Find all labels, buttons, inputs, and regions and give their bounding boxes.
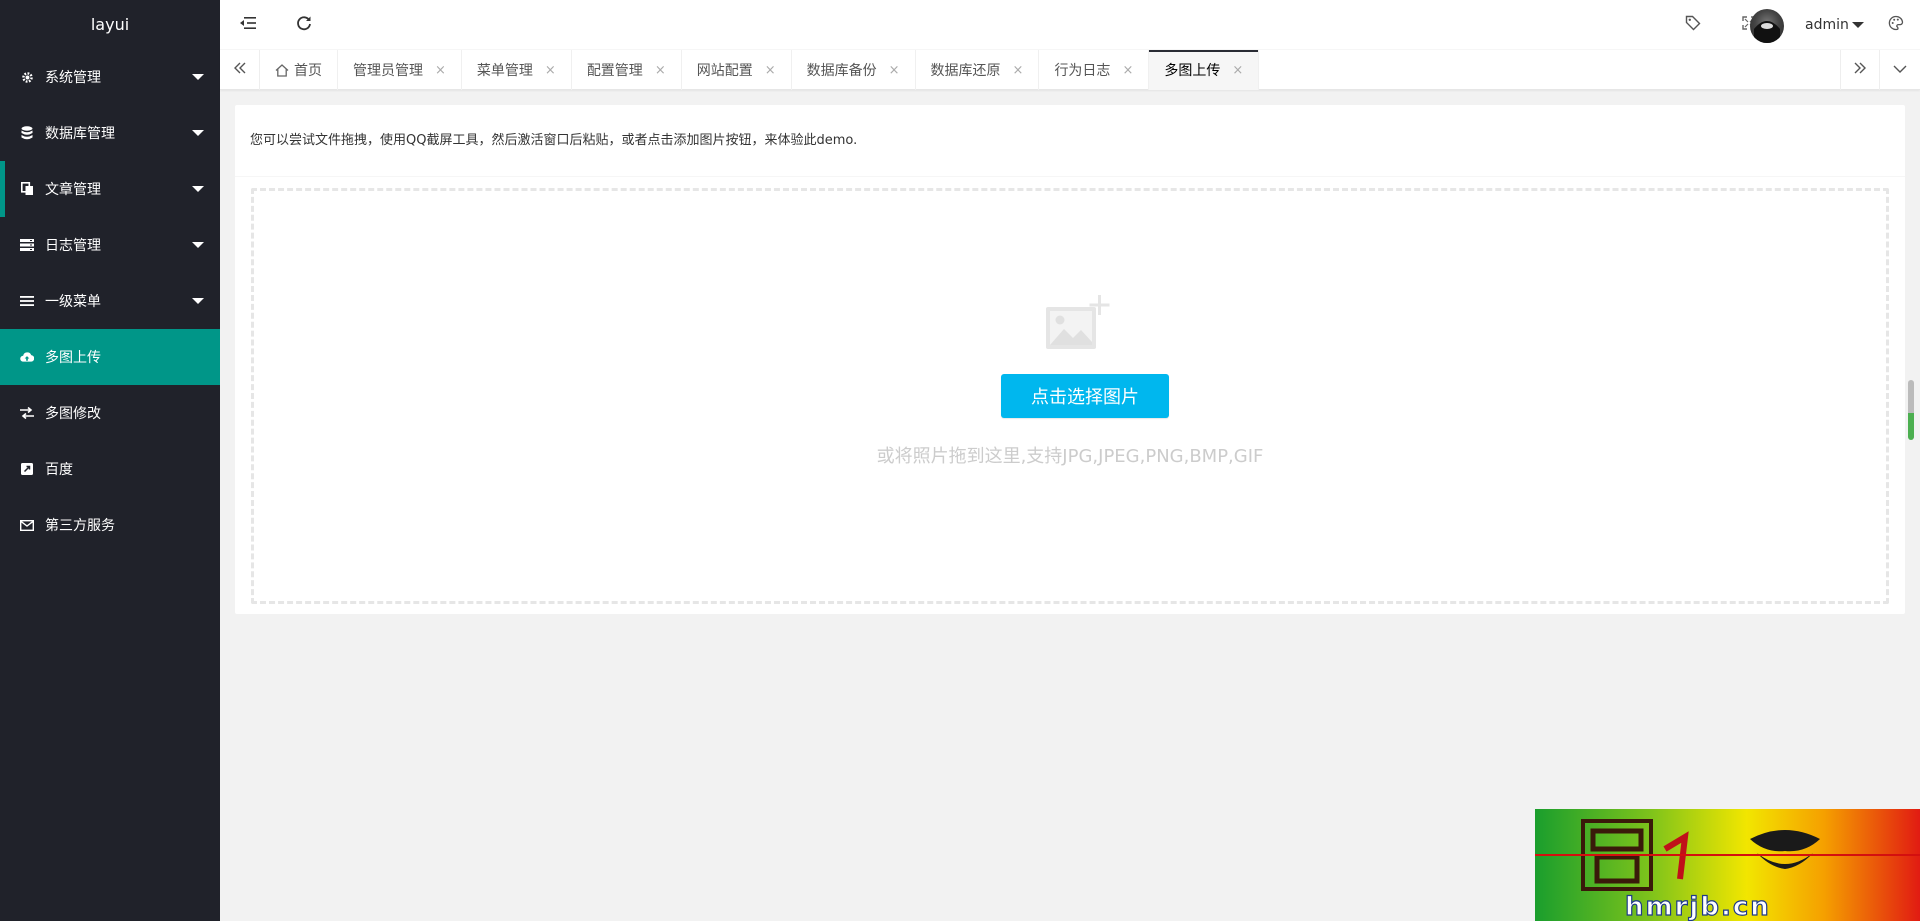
tab-behavior-log[interactable]: 行为日志 ×: [1039, 50, 1150, 90]
tabs-scroll-right-button[interactable]: [1840, 50, 1880, 90]
theme-button[interactable]: [1872, 0, 1920, 50]
tab-admin-manage[interactable]: 管理员管理 ×: [338, 50, 462, 90]
page-scrollbar[interactable]: [1908, 380, 1914, 440]
refresh-button[interactable]: [276, 0, 332, 50]
sidebar-item-label: 文章管理: [45, 182, 101, 198]
tab-site-config[interactable]: 网站配置 ×: [682, 50, 792, 90]
chevron-down-icon: [1893, 61, 1907, 79]
copy-icon: [20, 182, 34, 196]
sidebar: layui 系统管理 数据库管理 文章管理 日志管理 一级菜单 多图上传 多图修…: [0, 0, 220, 921]
tab-db-backup[interactable]: 数据库备份 ×: [792, 50, 916, 90]
double-chevron-left-icon: [233, 61, 247, 80]
tab-label: 配置管理: [586, 63, 643, 79]
close-icon[interactable]: ×: [1013, 63, 1024, 78]
sidebar-item-logs[interactable]: 日志管理: [0, 217, 220, 273]
watermark-logo-icon: hmrjb.cn: [1535, 819, 1920, 921]
sidebar-item-level-one-menu[interactable]: 一级菜单: [0, 273, 220, 329]
server-icon: [20, 238, 34, 252]
site-watermark: hmrjb.cn: [1535, 809, 1920, 921]
sidebar-item-label: 一级菜单: [45, 294, 101, 310]
caret-down-icon: [192, 186, 204, 192]
envelope-icon: [20, 518, 34, 532]
tab-label: 行为日志: [1054, 63, 1111, 79]
page-tabs-bar: 首页 管理员管理 × 菜单管理 × 配置管理 × 网站配置 × 数据库备份 × …: [220, 50, 1920, 90]
avatar[interactable]: [1750, 9, 1784, 43]
bars-icon: [20, 294, 34, 308]
sidebar-item-multi-edit[interactable]: 多图修改: [0, 385, 220, 441]
upload-card: 您可以尝试文件拖拽，使用QQ截屏工具，然后激活窗口后粘贴，或者点击添加图片按钮，…: [235, 105, 1905, 614]
tab-home[interactable]: 首页: [260, 50, 338, 90]
tab-label: 数据库备份: [806, 63, 877, 79]
close-icon[interactable]: ×: [1232, 63, 1243, 78]
sidebar-item-label: 数据库管理: [45, 126, 115, 142]
caret-down-icon[interactable]: [1852, 22, 1864, 28]
username[interactable]: admin: [1805, 0, 1849, 50]
tab-menu-manage[interactable]: 菜单管理 ×: [462, 50, 572, 90]
close-icon[interactable]: ×: [545, 63, 556, 78]
choose-image-button[interactable]: 点击选择图片: [1001, 374, 1169, 418]
tab-label: 多图上传: [1164, 63, 1221, 79]
sidebar-menu: 系统管理 数据库管理 文章管理 日志管理 一级菜单 多图上传 多图修改 百度 第…: [0, 49, 220, 553]
logo[interactable]: layui: [0, 0, 220, 49]
sidebar-item-system[interactable]: 系统管理: [0, 49, 220, 105]
caret-down-icon: [192, 242, 204, 248]
close-icon[interactable]: ×: [655, 63, 666, 78]
sidebar-item-label: 第三方服务: [45, 518, 115, 534]
sidebar-item-label: 百度: [45, 462, 73, 478]
watermark-text: hmrjb.cn: [1625, 892, 1771, 921]
tag-button[interactable]: [1665, 0, 1721, 50]
exchange-icon: [20, 406, 34, 420]
tab-label: 数据库还原: [930, 63, 1001, 79]
upload-notice: 您可以尝试文件拖拽，使用QQ截屏工具，然后激活窗口后粘贴，或者点击添加图片按钮，…: [235, 105, 1905, 177]
sidebar-item-label: 多图修改: [45, 406, 101, 422]
tab-config-manage[interactable]: 配置管理 ×: [572, 50, 682, 90]
page-tabs: 首页 管理员管理 × 菜单管理 × 配置管理 × 网站配置 × 数据库备份 × …: [260, 50, 1260, 90]
upload-dropzone[interactable]: 点击选择图片 或将照片拖到这里,支持JPG,JPEG,PNG,BMP,GIF: [251, 188, 1889, 604]
sidebar-item-multi-upload[interactable]: 多图上传: [0, 329, 220, 385]
sidebar-item-articles[interactable]: 文章管理: [0, 161, 220, 217]
external-link-icon: [20, 462, 34, 476]
sidebar-item-label: 多图上传: [45, 350, 101, 366]
sidebar-item-label: 系统管理: [45, 70, 101, 86]
close-icon[interactable]: ×: [1122, 63, 1133, 78]
tag-icon: [1685, 15, 1701, 36]
tab-multi-upload[interactable]: 多图上传 ×: [1149, 50, 1260, 90]
tab-label: 网站配置: [696, 63, 753, 79]
sidebar-item-database[interactable]: 数据库管理: [0, 105, 220, 161]
cloud-upload-icon: [20, 350, 34, 364]
tab-label: 管理员管理: [353, 63, 423, 79]
close-icon[interactable]: ×: [765, 63, 776, 78]
sidebar-item-label: 日志管理: [45, 238, 101, 254]
close-icon[interactable]: ×: [889, 63, 900, 78]
menu-fold-button[interactable]: [220, 0, 276, 50]
tabs-scroll-left-button[interactable]: [220, 50, 260, 90]
caret-down-icon: [192, 130, 204, 136]
tab-label: 首页: [294, 63, 322, 79]
add-image-icon: [1044, 295, 1110, 356]
top-header: admin: [220, 0, 1920, 50]
tab-label: 菜单管理: [476, 63, 533, 79]
home-icon: [275, 63, 289, 77]
theme-icon: [1888, 15, 1904, 36]
menu-fold-icon: [240, 16, 256, 35]
tab-db-restore[interactable]: 数据库还原 ×: [916, 50, 1040, 90]
database-icon: [20, 126, 34, 140]
caret-down-icon: [192, 74, 204, 80]
close-icon[interactable]: ×: [435, 63, 446, 78]
sidebar-item-third-party[interactable]: 第三方服务: [0, 497, 220, 553]
gear-icon: [20, 70, 34, 84]
tabs-dropdown-button[interactable]: [1880, 50, 1920, 90]
double-chevron-right-icon: [1853, 61, 1867, 80]
dropzone-hint: 或将照片拖到这里,支持JPG,JPEG,PNG,BMP,GIF: [876, 446, 1264, 467]
refresh-icon: [296, 15, 312, 36]
caret-down-icon: [192, 298, 204, 304]
sidebar-item-baidu[interactable]: 百度: [0, 441, 220, 497]
